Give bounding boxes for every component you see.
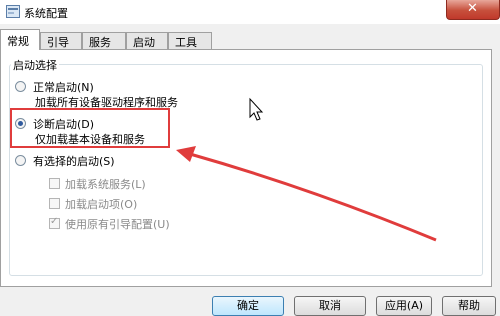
help-button-label: 帮助 [458, 299, 480, 312]
cancel-button[interactable]: 取消 [294, 296, 366, 316]
tab-label: 常规 [7, 35, 29, 48]
tab-general[interactable]: 常规 [0, 29, 40, 50]
annotation-overlay [176, 97, 437, 242]
apply-button[interactable]: 应用(A) [376, 296, 432, 316]
cancel-button-label: 取消 [319, 299, 341, 312]
help-button[interactable]: 帮助 [442, 296, 496, 316]
ok-button[interactable]: 确定 [212, 296, 284, 316]
apply-button-label: 应用(A) [384, 299, 424, 312]
red-arrow-icon [176, 146, 437, 242]
mouse-pointer-icon [249, 97, 264, 121]
ok-button-label: 确定 [237, 299, 259, 312]
